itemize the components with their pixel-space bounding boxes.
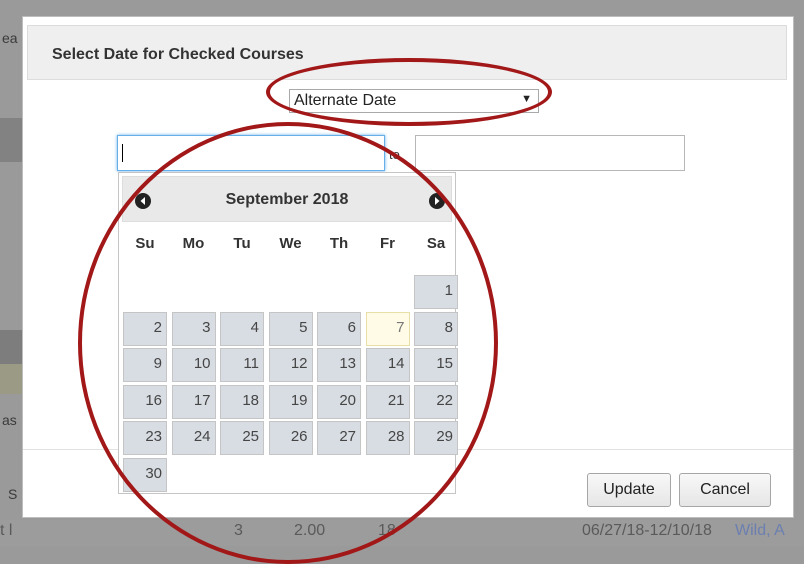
background-band bbox=[0, 118, 22, 162]
background-band bbox=[0, 330, 22, 364]
update-button[interactable]: Update bbox=[587, 473, 671, 507]
annotation-ellipse bbox=[266, 58, 552, 126]
text-caret bbox=[122, 144, 123, 162]
background-text: as bbox=[2, 412, 17, 428]
background-top-strip bbox=[0, 0, 804, 16]
background-text: ea bbox=[2, 30, 18, 46]
background-band bbox=[0, 364, 22, 394]
background-cell: Wild, A bbox=[735, 522, 785, 539]
annotation-circle bbox=[78, 122, 498, 564]
background-cell: t l bbox=[0, 522, 13, 539]
end-date-input[interactable] bbox=[415, 135, 685, 171]
background-text: S bbox=[8, 486, 18, 502]
background-cell: 06/27/18-12/10/18 bbox=[582, 522, 712, 539]
cancel-button[interactable]: Cancel bbox=[679, 473, 771, 507]
dialog-title: Select Date for Checked Courses bbox=[52, 46, 304, 63]
